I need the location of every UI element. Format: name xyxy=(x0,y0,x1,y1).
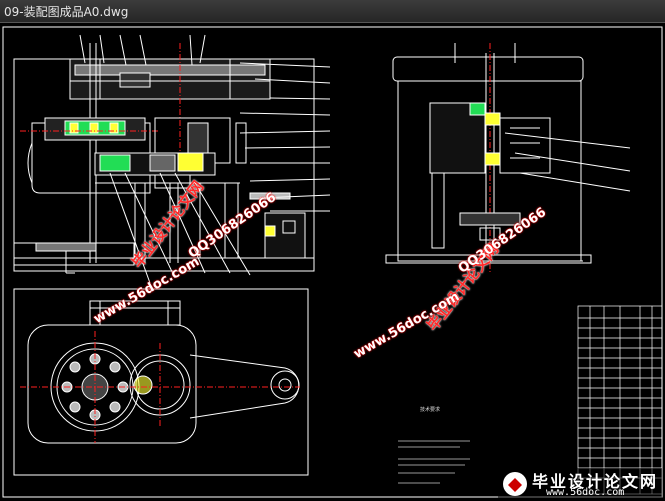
front-view xyxy=(13,34,331,284)
logo-url: www.56doc.com xyxy=(546,487,625,498)
tech-notes-lines xyxy=(398,440,470,484)
window-title: 09-装配图成品A0.dwg xyxy=(4,5,129,19)
top-view xyxy=(13,288,309,476)
logo-icon xyxy=(503,472,527,496)
side-view xyxy=(385,43,631,273)
bom-table xyxy=(577,305,663,495)
window-titlebar[interactable]: 09-装配图成品A0.dwg xyxy=(0,0,665,23)
tech-notes-heading: 技术要求 xyxy=(420,407,441,413)
site-logo: 毕业设计论文网 www.56doc.com xyxy=(498,468,662,500)
cad-drawing xyxy=(2,26,663,498)
drawing-canvas[interactable]: 技术要求 毕业设计论文网 QQ306826066 www.56doc.com 毕… xyxy=(0,23,665,501)
